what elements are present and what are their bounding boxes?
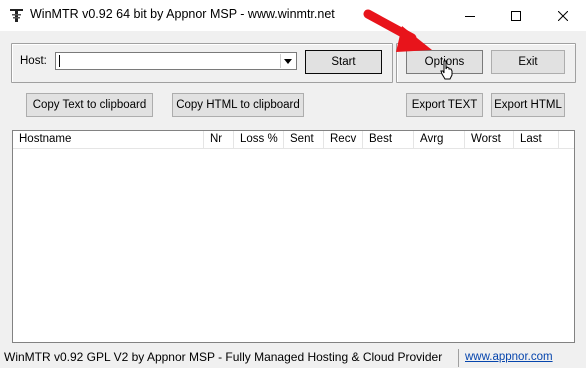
status-text: WinMTR v0.92 GPL V2 by Appnor MSP - Full…: [4, 350, 443, 364]
copy-html-button[interactable]: Copy HTML to clipboard: [172, 93, 304, 117]
close-icon: [558, 10, 568, 21]
column-last[interactable]: Last: [514, 131, 559, 148]
export-text-button[interactable]: Export TEXT: [406, 93, 483, 117]
export-html-button[interactable]: Export HTML: [491, 93, 565, 117]
text-caret: [59, 55, 60, 67]
list-header: Hostname Nr Loss % Sent Recv Best Avrg W…: [13, 131, 574, 149]
minimize-icon: [465, 15, 475, 17]
exit-button[interactable]: Exit: [491, 50, 565, 74]
column-nr[interactable]: Nr: [204, 131, 234, 148]
host-input[interactable]: [58, 53, 280, 69]
column-best[interactable]: Best: [363, 131, 414, 148]
appnor-link[interactable]: www.appnor.com: [465, 351, 553, 363]
minimize-button[interactable]: [447, 0, 493, 31]
column-hostname[interactable]: Hostname: [13, 131, 204, 148]
host-combobox[interactable]: [55, 52, 297, 70]
app-icon: [8, 7, 25, 24]
hand-cursor-icon: [440, 60, 453, 80]
column-sent[interactable]: Sent: [284, 131, 324, 148]
status-bar: WinMTR v0.92 GPL V2 by Appnor MSP - Full…: [0, 348, 586, 368]
close-button[interactable]: [540, 0, 586, 31]
column-worst[interactable]: Worst: [465, 131, 514, 148]
column-recv[interactable]: Recv: [324, 131, 363, 148]
copy-text-button[interactable]: Copy Text to clipboard: [26, 93, 153, 117]
host-label: Host:: [20, 55, 47, 67]
column-loss[interactable]: Loss %: [234, 131, 284, 148]
maximize-icon: [511, 10, 521, 21]
title-bar[interactable]: WinMTR v0.92 64 bit by Appnor MSP - www.…: [0, 0, 586, 31]
maximize-button[interactable]: [493, 0, 539, 31]
winmtr-window: WinMTR v0.92 64 bit by Appnor MSP - www.…: [0, 0, 586, 368]
column-avrg[interactable]: Avrg: [414, 131, 465, 148]
red-arrow-annotation: [363, 9, 432, 52]
dropdown-arrow-icon[interactable]: [280, 54, 295, 68]
status-divider: [458, 349, 459, 367]
window-title: WinMTR v0.92 64 bit by Appnor MSP - www.…: [30, 7, 335, 21]
results-list[interactable]: Hostname Nr Loss % Sent Recv Best Avrg W…: [12, 130, 575, 343]
